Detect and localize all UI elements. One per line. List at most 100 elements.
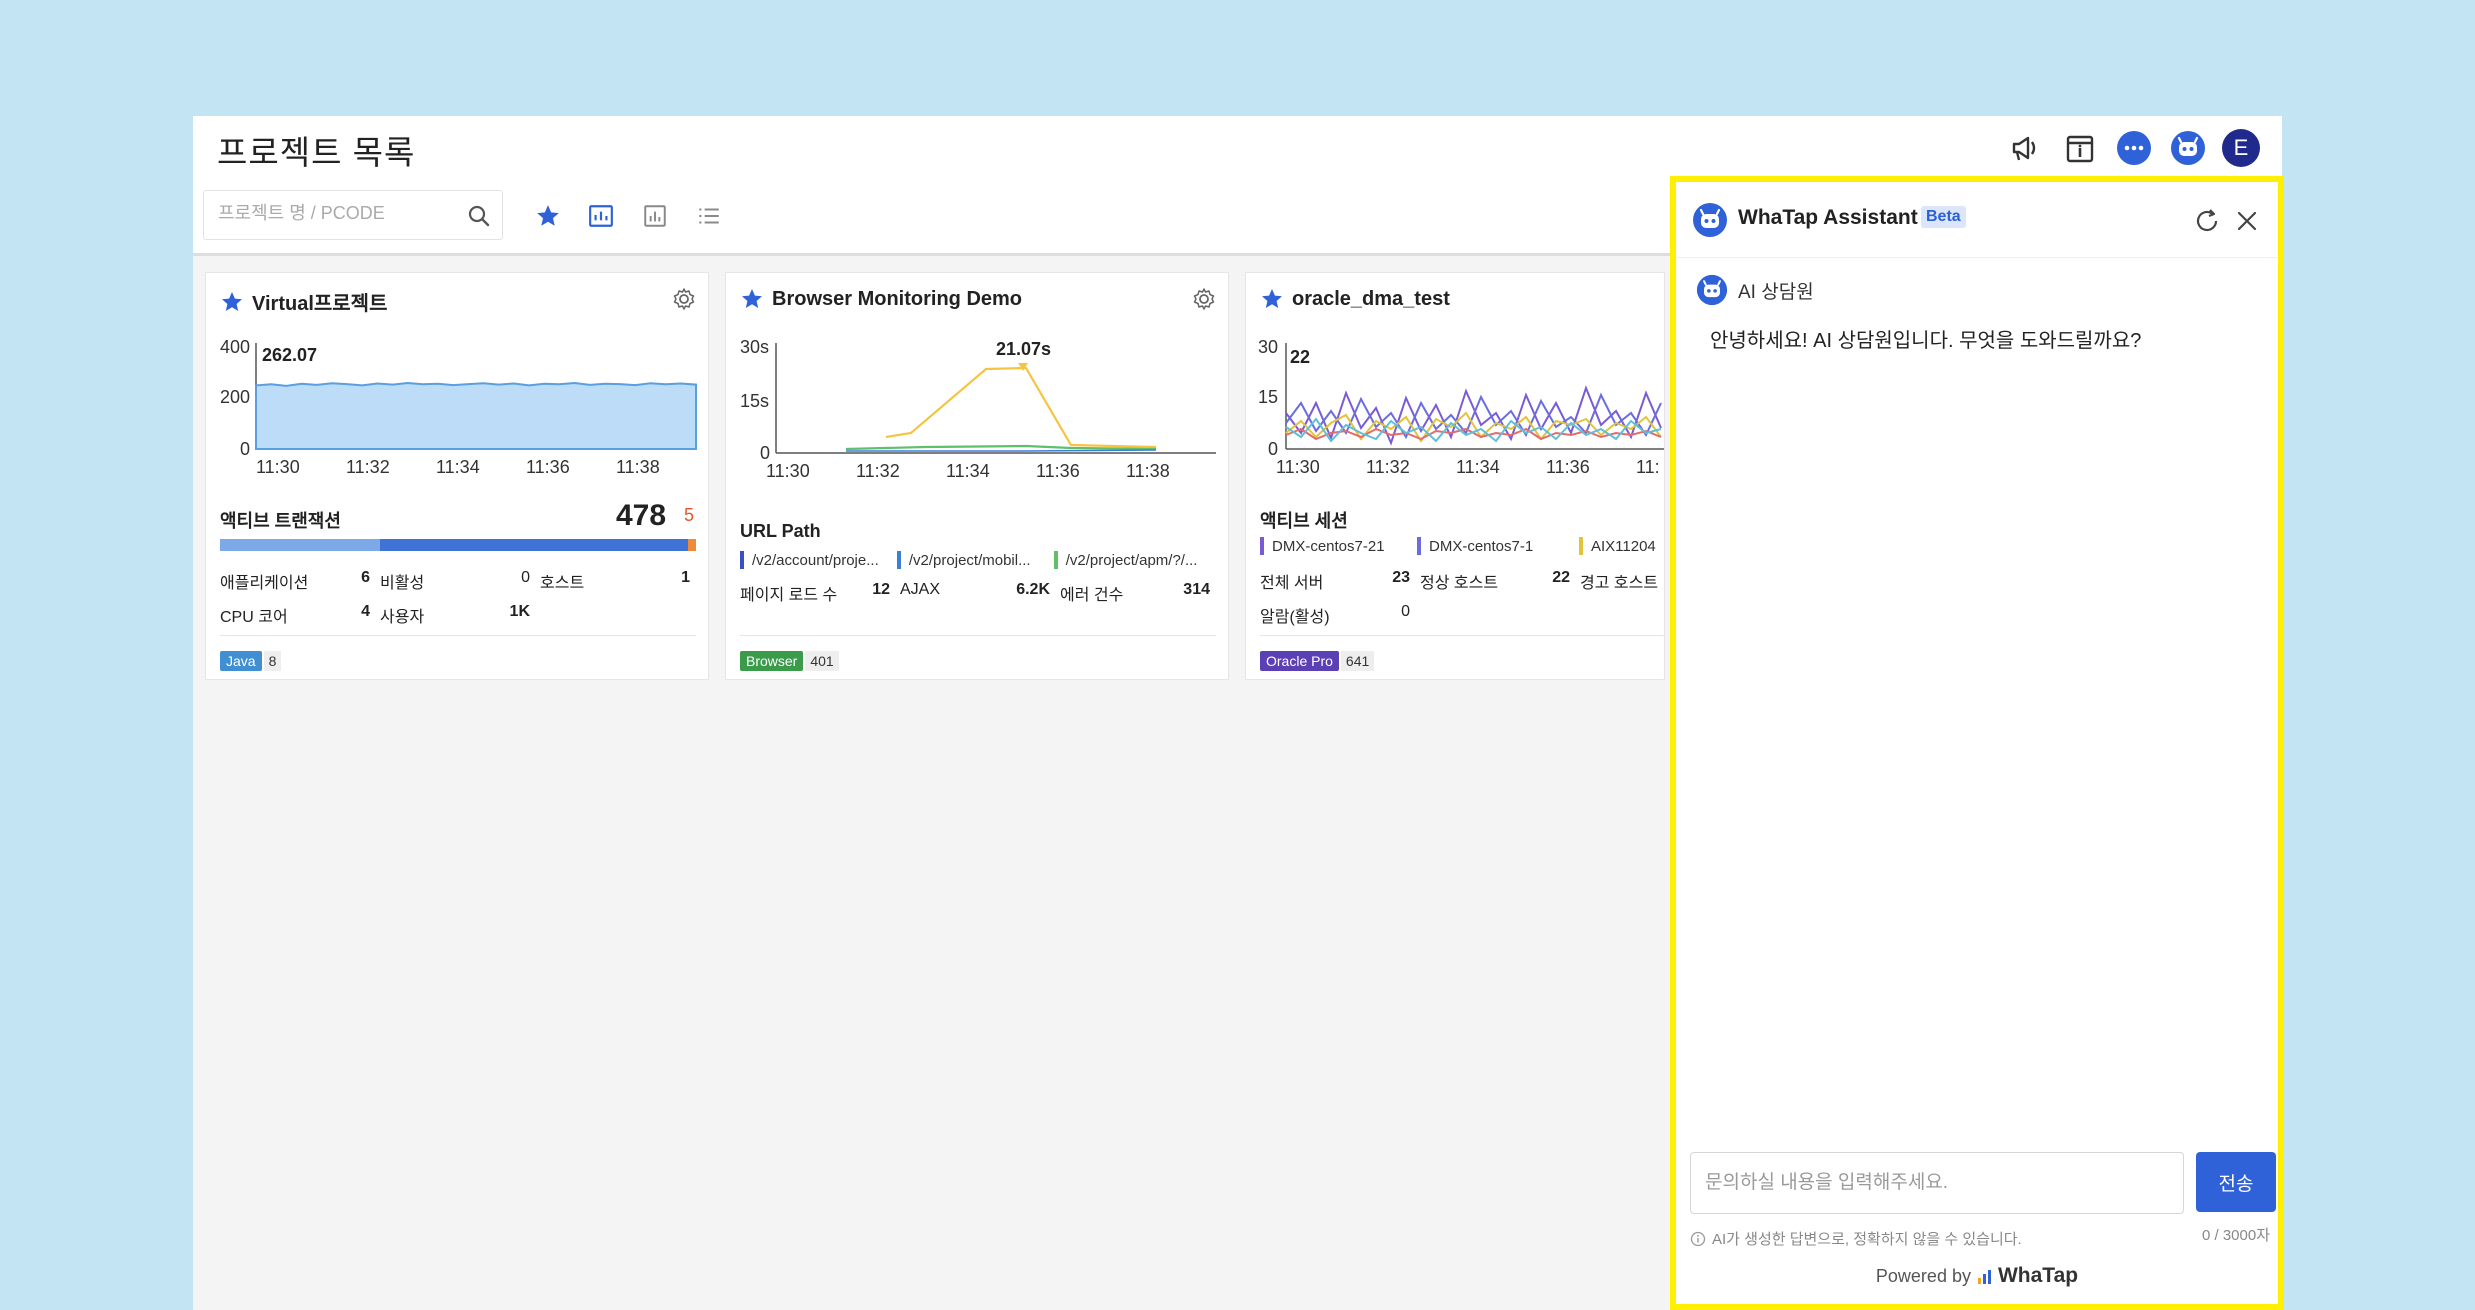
- project-card-oracle-dma-test[interactable]: oracle_dma_test 30 15 0 22 11:30 11:32 1…: [1245, 272, 1665, 680]
- stat-warning-hosts: 경고 호스트: [1580, 575, 1659, 592]
- series-line: [885, 366, 1157, 449]
- x-tick: 11:36: [1036, 461, 1080, 481]
- calendar-info-icon[interactable]: [2060, 128, 2100, 168]
- agent-bot-icon: [1696, 274, 1728, 306]
- x-tick: 11:30: [1276, 457, 1320, 477]
- legend-item[interactable]: /v2/project/apm/?/...: [1053, 551, 1204, 569]
- stat-row: 전체 서버 23 정상 호스트 22 경고 호스트: [1260, 569, 1664, 593]
- y-tick: 400: [220, 337, 250, 357]
- stat-alarms-active: 알람(활성) 0: [1260, 603, 1410, 626]
- page-title: 프로젝트 목록: [217, 134, 416, 171]
- user-avatar[interactable]: E: [2222, 129, 2260, 167]
- legend-item[interactable]: /v2/project/mobil...: [896, 551, 1038, 569]
- legend-item[interactable]: DMX-centos7-21: [1260, 537, 1405, 555]
- chat-bubble-icon[interactable]: [2114, 128, 2154, 168]
- platform-tag[interactable]: Oracle Pro 641: [1260, 651, 1375, 671]
- tag-label: Browser: [740, 651, 804, 671]
- megaphone-icon[interactable]: [2006, 128, 2046, 168]
- y-tick: 15s: [740, 391, 769, 411]
- legend-item[interactable]: AIX11204: [1579, 537, 1664, 555]
- message-input-wrapper[interactable]: [1690, 1152, 2184, 1214]
- search-input[interactable]: [218, 203, 458, 224]
- card-title-text: Browser Monitoring Demo: [772, 287, 1023, 310]
- divider: [740, 635, 1216, 636]
- favorite-filter-star-icon[interactable]: [533, 201, 563, 231]
- message-input[interactable]: [1691, 1153, 2183, 1213]
- legend-item[interactable]: /v2/account/proje...: [740, 551, 881, 569]
- favorite-star-icon[interactable]: [220, 290, 244, 314]
- area-series: [255, 381, 697, 450]
- tag-label: Java: [220, 651, 262, 671]
- x-tick: 11:38: [616, 457, 660, 477]
- x-tick: 11:32: [346, 457, 390, 477]
- favorite-star-icon[interactable]: [1260, 287, 1284, 311]
- metric-extra: 5: [684, 505, 695, 525]
- y-tick: 15: [1258, 387, 1278, 407]
- x-tick: 11:38: [1126, 461, 1170, 481]
- assistant-title: WhaTap Assistant: [1738, 206, 1918, 229]
- x-tick: 11:30: [766, 461, 810, 481]
- card-view-chart-icon[interactable]: [586, 201, 616, 231]
- y-tick: 200: [220, 387, 250, 407]
- tag-label: Oracle Pro: [1260, 651, 1339, 671]
- tag-count: 401: [805, 651, 839, 671]
- x-tick: 11:30: [256, 457, 300, 477]
- beta-badge: Beta: [1921, 206, 1966, 228]
- x-tick: 11:36: [526, 457, 570, 477]
- list-view-icon[interactable]: [694, 201, 724, 231]
- ai-disclaimer: AI가 생성한 답변으로, 정확하지 않을 수 있습니다.: [1690, 1228, 2022, 1249]
- favorite-star-icon[interactable]: [740, 287, 764, 311]
- project-card-virtual[interactable]: Virtual프로젝트 400 200 0 262.07 11:30 11:32…: [205, 272, 709, 680]
- app-header: 프로젝트 목록 E: [193, 116, 2282, 176]
- search-box[interactable]: [203, 190, 503, 240]
- peak-label: 22: [1290, 347, 1310, 367]
- card-title[interactable]: oracle_dma_test: [1260, 287, 1450, 311]
- metric-label: 액티브 트랜잭션: [220, 511, 341, 531]
- y-tick: 30s: [740, 337, 769, 357]
- gear-icon[interactable]: [672, 287, 696, 311]
- card-title[interactable]: Virtual프로젝트: [220, 287, 387, 316]
- char-counter: 0 / 3000자: [2201, 1227, 2270, 1244]
- whatap-brand[interactable]: WhaTap: [1977, 1264, 2078, 1288]
- y-tick: 30: [1258, 337, 1278, 357]
- peak-label: 21.07s: [996, 339, 1051, 359]
- divider: [220, 635, 696, 636]
- platform-tag[interactable]: Java 8: [220, 651, 282, 671]
- stat-row: 알람(활성) 0: [1260, 603, 1664, 627]
- legend-item[interactable]: DMX-centos7-1: [1417, 537, 1567, 555]
- assistant-bot-icon[interactable]: [2168, 128, 2208, 168]
- card-title[interactable]: Browser Monitoring Demo: [740, 287, 1022, 311]
- close-icon[interactable]: [2232, 206, 2262, 236]
- whatap-logo-icon: [1977, 1270, 1991, 1284]
- stat-normal-hosts: 정상 호스트 22: [1420, 569, 1570, 592]
- y-tick: 0: [1268, 439, 1278, 459]
- agent-name: AI 상담원: [1738, 281, 1814, 303]
- url-path-chart: 30s 15s 0 21.07s 11:30 11:32 11:34 11:36…: [740, 337, 1216, 481]
- card-title-text: Virtual프로젝트: [252, 293, 388, 315]
- stat-applications: 애플리케이션 6: [220, 569, 370, 592]
- stat-errors: 에러 건수 314: [1060, 581, 1210, 604]
- greeting-message: 안녕하세요! AI 상담원입니다. 무엇을 도와드릴까요?: [1710, 330, 2142, 352]
- info-icon: [1690, 1231, 1706, 1246]
- gear-icon[interactable]: [1192, 287, 1216, 311]
- compact-view-chart-icon[interactable]: [640, 201, 670, 231]
- stat-row: CPU 코어 4 사용자 1K: [220, 603, 700, 627]
- section-label: URL Path: [740, 521, 821, 541]
- active-transaction-chart: 400 200 0 262.07 11:30 11:32 11:34 11:36…: [220, 337, 697, 477]
- refresh-icon[interactable]: [2192, 206, 2222, 236]
- stat-row: 페이지 로드 수 12 AJAX 6.2K 에러 건수 314: [740, 581, 1220, 605]
- series-line: [846, 449, 1157, 452]
- section-label: 액티브 세션: [1260, 511, 1348, 531]
- card-title-text: oracle_dma_test: [1292, 287, 1450, 310]
- send-button[interactable]: 전송: [2196, 1152, 2276, 1212]
- stat-page-loads: 페이지 로드 수 12: [740, 581, 890, 604]
- legend: /v2/account/proje... /v2/project/mobil..…: [740, 551, 1220, 569]
- tag-count: 8: [263, 651, 282, 671]
- progress-bar: [220, 539, 696, 551]
- project-card-browser-monitoring[interactable]: Browser Monitoring Demo 30s 15s 0 21.07s…: [725, 272, 1229, 680]
- assistant-bot-icon: [1693, 203, 1727, 237]
- search-icon[interactable]: [466, 203, 492, 229]
- platform-tag[interactable]: Browser 401: [740, 651, 839, 671]
- assistant-header: WhaTap Assistant Beta: [1676, 182, 2278, 258]
- stat-total-servers: 전체 서버 23: [1260, 569, 1410, 592]
